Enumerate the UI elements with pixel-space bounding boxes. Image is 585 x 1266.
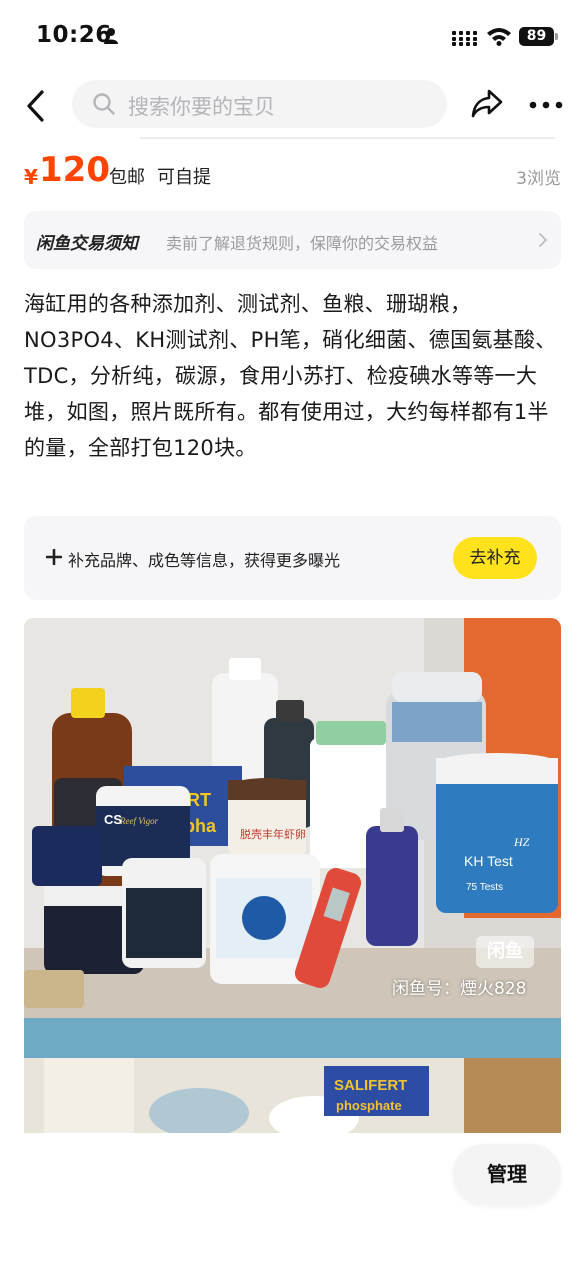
watermark-text: 闲鱼号：煙火828 [392,979,527,999]
kh-test-label: KH Test [464,853,513,869]
phosphate-label: phosphate [336,1098,402,1113]
signal-icon [452,31,477,46]
wifi-icon [487,28,511,46]
back-arrow-icon[interactable] [22,88,52,124]
kh-tests-count-label: 75 Tests [466,882,503,893]
watermark-logo: 闲鱼 [476,936,534,968]
tag-self-pickup: 可自提 [157,167,211,188]
status-time: 10:26 [36,22,112,48]
supplement-text: 补充品牌、成色等信息，获得更多曝光 [68,551,341,570]
battery-cap [555,33,558,40]
view-count: 3浏览 [516,169,561,189]
share-icon[interactable] [470,86,504,120]
kh-hz-label: HZ [513,835,530,849]
search-placeholder: 搜索你要的宝贝 [128,95,275,119]
tub-brown-label: 脱壳丰年虾卵 [240,827,306,841]
status-bar: 10:26 89 [0,0,585,70]
manage-button[interactable]: 管理 [453,1144,561,1204]
nav-divider [140,137,555,139]
item-photo[interactable]: SALIFERT phosphate KH Test 75 Tests HZ F… [24,618,561,1133]
more-icon[interactable] [528,100,564,110]
trade-notice[interactable]: 闲鱼交易须知 卖前了解退货规则，保障你的交易权益 [24,211,561,269]
price-value: 120 [39,150,110,190]
price-row: ¥ 120 包邮 可自提 3浏览 [24,150,561,196]
notice-title: 闲鱼交易须知 [36,234,138,254]
tag-free-shipping: 包邮 [109,167,145,188]
person-icon [104,28,118,44]
search-icon [93,93,115,115]
supplement-button[interactable]: 去补充 [453,537,537,579]
supplement-panel: 补充品牌、成色等信息，获得更多曝光 去补充 [24,516,561,600]
price-currency: ¥ [24,165,38,189]
jar-left-name-label: Reef Vigor [119,816,159,826]
search-bar[interactable]: 搜索你要的宝贝 [72,80,447,128]
battery-icon: 89 [519,27,554,46]
photo-scene: SALIFERT phosphate KH Test 75 Tests HZ F… [24,618,561,1133]
item-description: 海缸用的各种添加剂、测试剂、鱼粮、珊瑚粮，NO3PO4、KH测试剂、PH笔，硝化… [24,292,557,460]
notice-text: 卖前了解退货规则，保障你的交易权益 [166,234,439,253]
salifert-label: SALIFERT [334,1077,407,1094]
plus-icon [46,549,62,565]
chevron-right-icon [539,233,548,247]
